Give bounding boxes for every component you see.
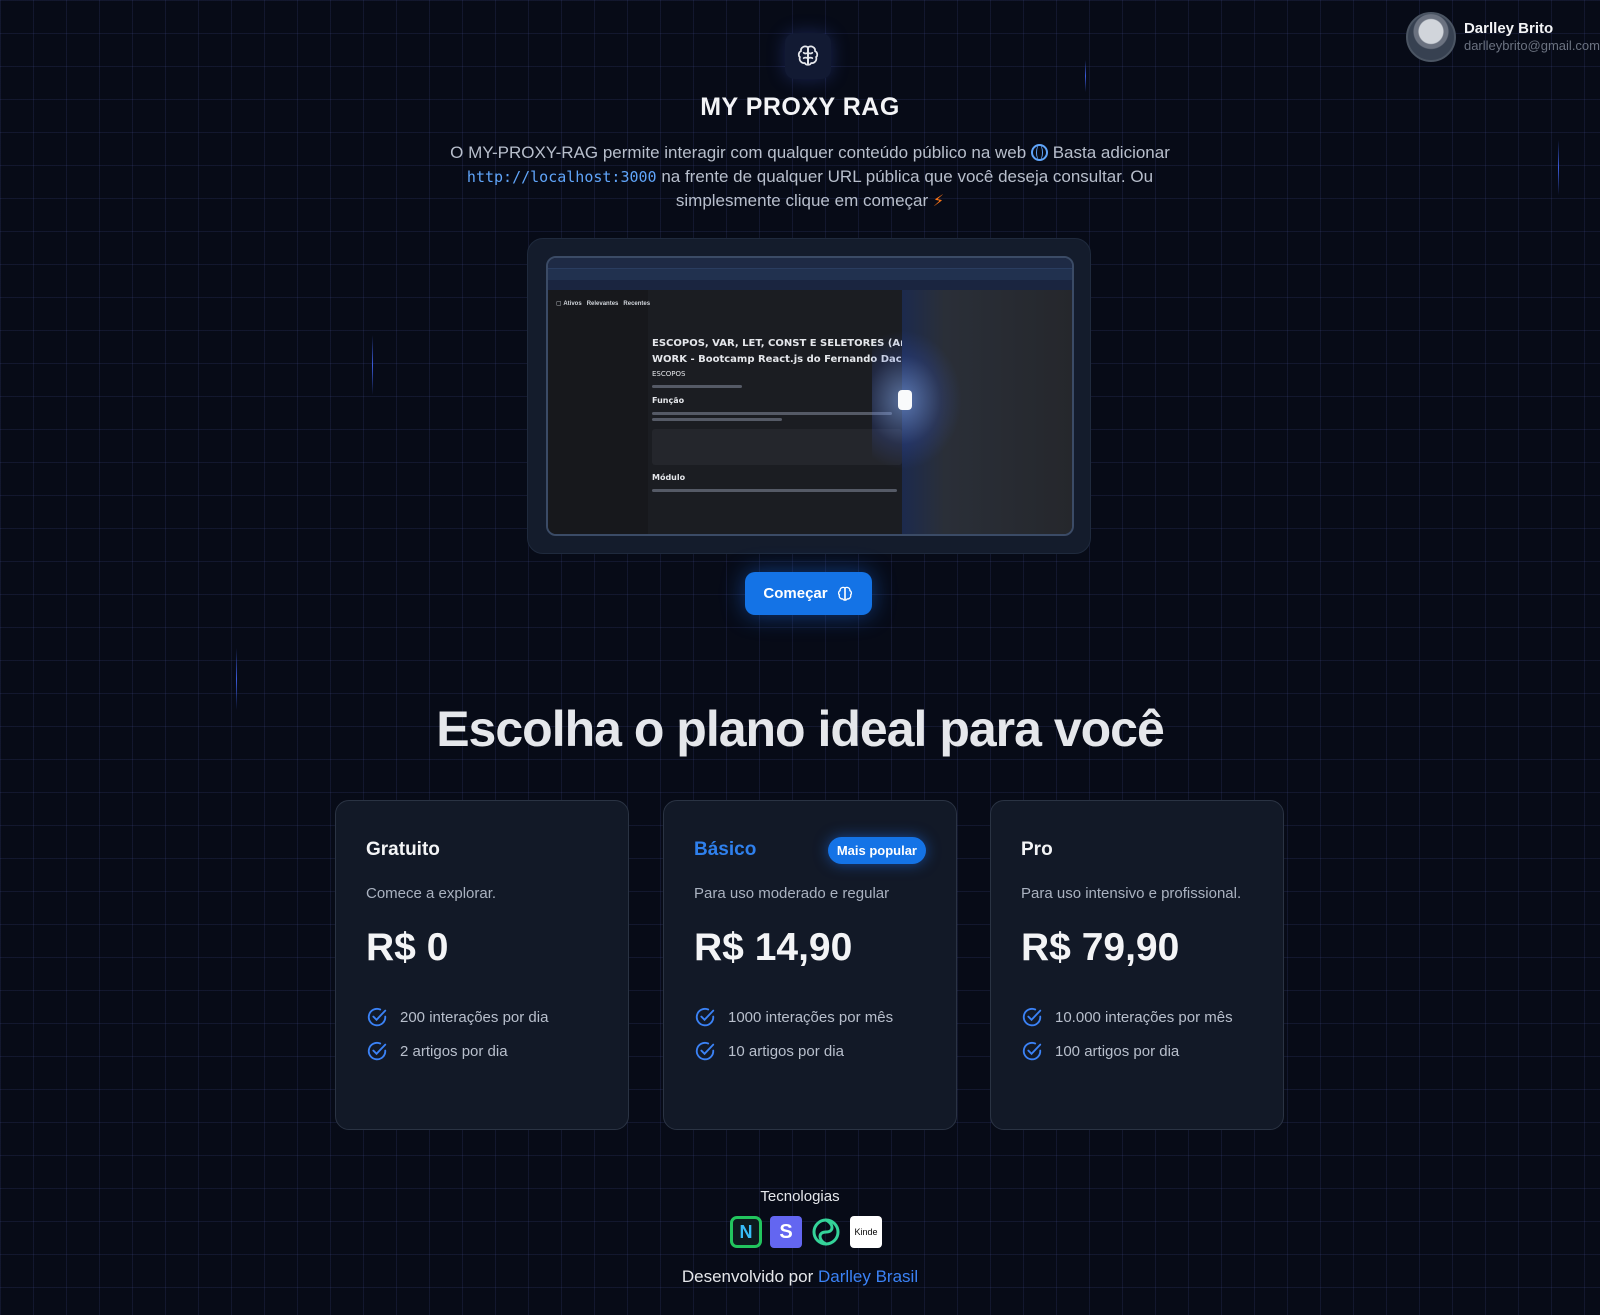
start-button[interactable]: Começar bbox=[745, 572, 872, 615]
preview-frame: ▢ Ativos Relevantes Recentes ESCOPOS, VA… bbox=[527, 238, 1091, 554]
preview-urlbar bbox=[548, 268, 1072, 280]
preview-subheading: ESCOPOS bbox=[652, 370, 686, 378]
preview-text-line bbox=[652, 412, 892, 415]
intro-text: O MY-PROXY-RAG permite interagir com qua… bbox=[420, 141, 1200, 214]
preview-more-icon bbox=[898, 390, 912, 410]
preview-document: ESCOPOS, VAR, LET, CONST E SELETORES (An… bbox=[652, 336, 932, 492]
preview-text-line bbox=[652, 385, 742, 388]
plan-feature-text: 1000 interações por mês bbox=[728, 1008, 894, 1026]
preview-section: Módulo bbox=[652, 473, 686, 482]
plan-card-basico[interactable]: Básico Mais popular Para uso moderado e … bbox=[663, 800, 957, 1130]
preview-text-line bbox=[652, 489, 897, 492]
credit-prefix: Desenvolvido por bbox=[681, 1267, 814, 1286]
author-link[interactable]: Darlley Brasil bbox=[818, 1267, 918, 1286]
check-circle-icon bbox=[695, 1007, 715, 1027]
preview-text-line bbox=[652, 418, 782, 421]
credit-line: Desenvolvido por Darlley Brasil bbox=[0, 1267, 1600, 1287]
plan-feature-text: 10 artigos por dia bbox=[728, 1042, 844, 1060]
preview-screenshot: ▢ Ativos Relevantes Recentes ESCOPOS, VA… bbox=[546, 256, 1074, 536]
preview-sidebar bbox=[548, 290, 648, 534]
preview-code-block bbox=[652, 429, 902, 465]
globe-icon bbox=[1030, 144, 1048, 161]
preview-heading-2: WORK - Bootcamp React.js do Fernando Dac… bbox=[652, 354, 924, 365]
tech-logos: N S Kinde bbox=[730, 1216, 882, 1248]
localhost-code: http://localhost:3000 bbox=[466, 168, 657, 186]
check-circle-icon bbox=[367, 1007, 387, 1027]
plan-feature: 200 interações por dia bbox=[366, 1000, 598, 1034]
plan-description: Comece a explorar. bbox=[366, 885, 497, 902]
stripe-icon: S bbox=[770, 1216, 802, 1248]
lightning-icon: ⚡ bbox=[932, 193, 945, 210]
intro-part2: Basta adicionar bbox=[1052, 143, 1170, 162]
intro-part1: O MY-PROXY-RAG permite interagir com qua… bbox=[450, 143, 1027, 162]
plan-card-gratuito[interactable]: Gratuito Comece a explorar. R$ 0 200 int… bbox=[335, 800, 629, 1130]
grid-streak bbox=[372, 335, 373, 395]
plan-feature: 10.000 interações por mês bbox=[1021, 1000, 1253, 1034]
preview-nav: ▢ Ativos Relevantes Recentes bbox=[556, 301, 651, 307]
plan-price: R$ 14,90 bbox=[694, 926, 853, 969]
start-button-label: Começar bbox=[763, 585, 828, 602]
plan-description: Para uso moderado e regular bbox=[694, 885, 890, 902]
popular-badge: Mais popular bbox=[827, 836, 926, 864]
tech-label: Tecnologias bbox=[760, 1188, 840, 1205]
preview-nav-item: Relevantes bbox=[586, 301, 619, 307]
check-circle-icon bbox=[695, 1041, 715, 1061]
brain-icon bbox=[797, 45, 819, 66]
plan-feature-text: 2 artigos por dia bbox=[400, 1042, 508, 1060]
plan-feature-text: 10.000 interações por mês bbox=[1055, 1008, 1233, 1026]
user-profile[interactable]: Darlley Brito darlleybrito@gmail.com bbox=[1405, 12, 1600, 62]
page-title: MY PROXY RAG bbox=[700, 93, 900, 121]
preview-section: Função bbox=[652, 396, 685, 405]
intro-part3: na frente de qualquer URL pública que vo… bbox=[661, 167, 1154, 210]
grid-streak bbox=[1558, 140, 1559, 195]
preview-heading-1: ESCOPOS, VAR, LET, CONST E SELETORES (An… bbox=[652, 338, 932, 349]
check-circle-icon bbox=[367, 1041, 387, 1061]
nextjs-icon: N bbox=[730, 1216, 762, 1248]
check-circle-icon bbox=[1022, 1007, 1042, 1027]
plan-name: Pro bbox=[1021, 839, 1053, 860]
plan-feature: 2 artigos por dia bbox=[366, 1034, 598, 1068]
user-name: Darlley Brito bbox=[1463, 20, 1554, 38]
preview-nav-item: Ativos bbox=[563, 301, 582, 307]
plan-feature: 100 artigos por dia bbox=[1021, 1034, 1253, 1068]
preview-glow bbox=[872, 290, 1072, 534]
plan-feature-text: 200 interações por dia bbox=[400, 1008, 549, 1026]
preview-nav-item: Recentes bbox=[623, 301, 651, 307]
plans-title: Escolha o plano ideal para você bbox=[436, 701, 1165, 757]
plan-price: R$ 79,90 bbox=[1021, 926, 1180, 969]
check-circle-icon bbox=[1022, 1041, 1042, 1061]
kinde-icon: Kinde bbox=[850, 1216, 882, 1248]
plan-feature: 1000 interações por mês bbox=[694, 1000, 926, 1034]
plan-name: Gratuito bbox=[366, 839, 440, 860]
preview-tabbar bbox=[548, 258, 1072, 268]
openai-icon bbox=[810, 1216, 842, 1248]
plan-card-pro[interactable]: Pro Para uso intensivo e profissional. R… bbox=[990, 800, 1284, 1130]
brain-logo bbox=[785, 33, 831, 79]
plan-description: Para uso intensivo e profissional. bbox=[1021, 885, 1242, 902]
brain-icon bbox=[837, 586, 852, 601]
preview-bookmarks bbox=[548, 280, 1072, 290]
user-email: darlleybrito@gmail.com bbox=[1463, 38, 1600, 54]
avatar[interactable] bbox=[1405, 12, 1456, 62]
grid-streak bbox=[1085, 60, 1086, 92]
plan-price: R$ 0 bbox=[366, 926, 449, 969]
plan-feature: 10 artigos por dia bbox=[694, 1034, 926, 1068]
plan-feature-text: 100 artigos por dia bbox=[1055, 1042, 1180, 1060]
plan-name: Básico bbox=[694, 839, 757, 860]
